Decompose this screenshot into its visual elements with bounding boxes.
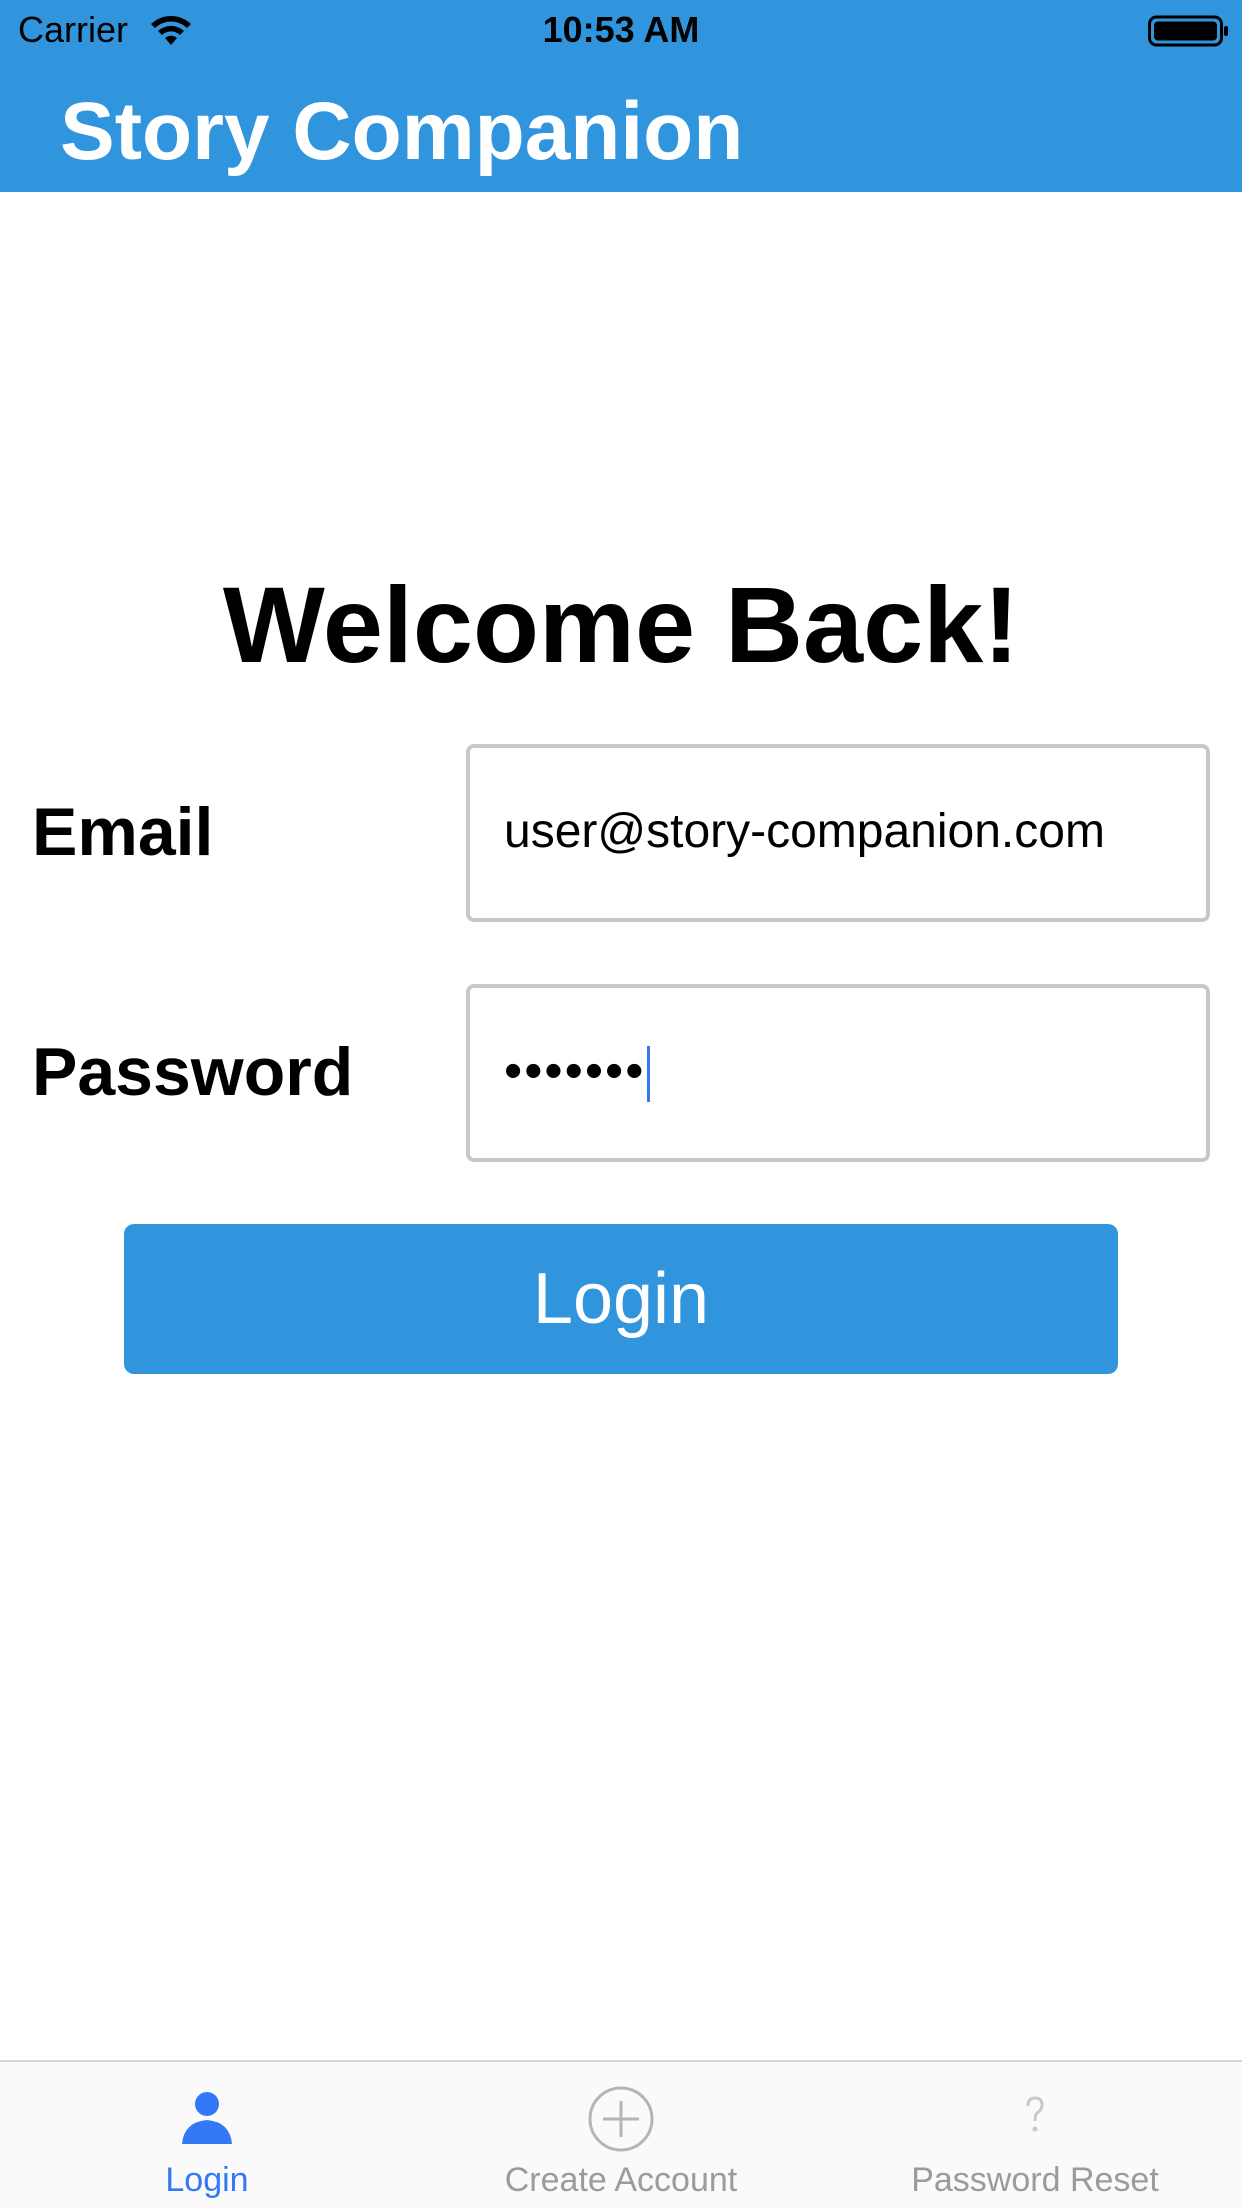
nav-bar: Story Companion (0, 62, 1242, 192)
tab-login[interactable]: Login (0, 2062, 414, 2210)
battery-icon (1148, 15, 1228, 47)
tab-password-reset-label: Password Reset (911, 2161, 1159, 2199)
text-caret (647, 1046, 651, 1103)
status-bar: Carrier 10:53 AM (0, 0, 1242, 62)
nav-title: Story Companion (60, 86, 744, 177)
email-label: Email (32, 794, 214, 870)
tab-login-label: Login (165, 2161, 249, 2199)
password-label: Password (32, 1034, 354, 1110)
status-time: 10:53 AM (542, 9, 700, 50)
plus-circle-icon (588, 2086, 654, 2152)
password-field[interactable]: ••••••• (466, 984, 1210, 1162)
tab-password-reset[interactable]: Password Reset (828, 2062, 1242, 2210)
email-field[interactable]: user@story-companion.com (466, 744, 1210, 922)
tab-create-account[interactable]: Create Account (414, 2062, 828, 2210)
tab-create-account-label: Create Account (504, 2161, 738, 2199)
password-value-wrap: ••••••• (504, 1032, 651, 1110)
person-icon (182, 2092, 232, 2144)
login-button[interactable]: Login (124, 1224, 1118, 1374)
welcome-heading: Welcome Back! (222, 564, 1020, 685)
password-value: ••••••• (504, 1042, 646, 1100)
question-icon (1026, 2096, 1044, 2132)
tab-bar: Login Create Account Password Reset (0, 2060, 1242, 2208)
email-value: user@story-companion.com (504, 805, 1105, 858)
